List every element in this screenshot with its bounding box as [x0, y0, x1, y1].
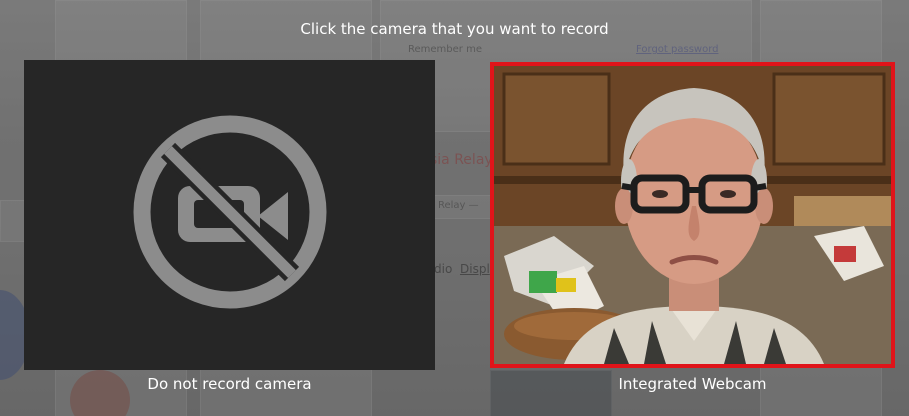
camera-selection-screen: Remember me Forgot password sia Relay Re… — [0, 0, 909, 416]
dialog-prompt: Click the camera that you want to record — [300, 20, 609, 38]
integrated-webcam-label: Integrated Webcam — [618, 375, 767, 393]
no-camera-option[interactable] — [24, 60, 435, 370]
camera-off-icon — [133, 115, 327, 309]
no-camera-label: Do not record camera — [147, 375, 312, 393]
integrated-webcam-option[interactable] — [490, 62, 895, 368]
webcam-preview — [494, 66, 891, 364]
